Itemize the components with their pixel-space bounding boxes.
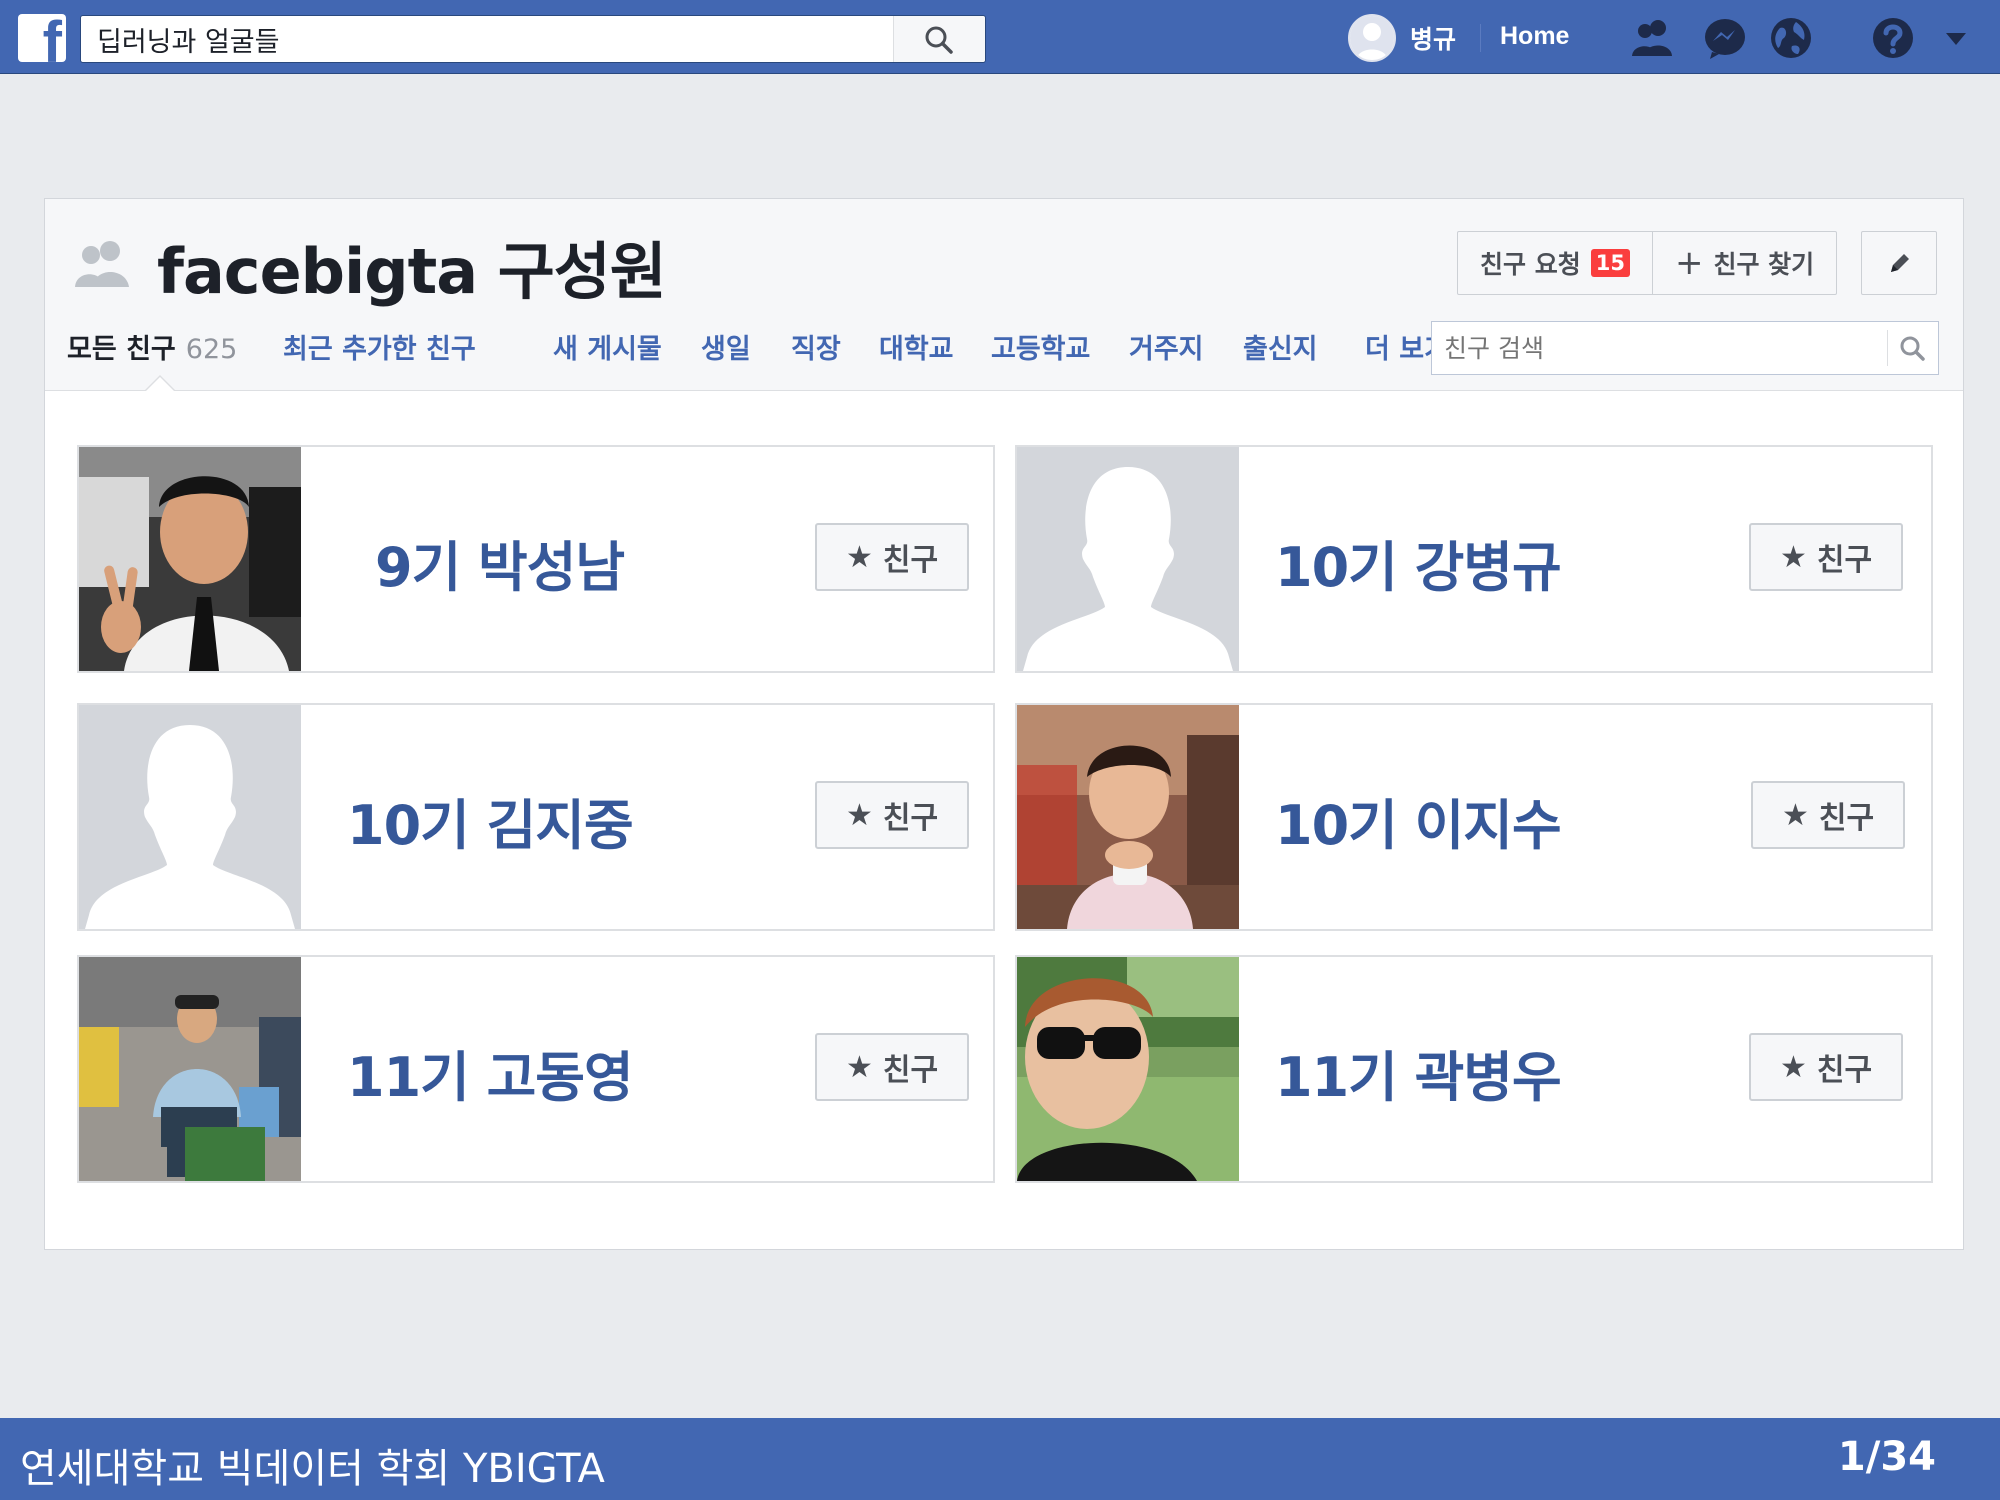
user-name-link[interactable]: 병규 bbox=[1410, 20, 1456, 56]
global-search-button[interactable] bbox=[893, 16, 985, 62]
friend-card: 9기 박성남 ★ 친구 bbox=[77, 445, 995, 673]
friend-status-button[interactable]: ★ 친구 bbox=[815, 1033, 969, 1101]
tab-all-friends[interactable]: 모든 친구 625 bbox=[67, 327, 237, 366]
globe-icon bbox=[1771, 18, 1811, 58]
friend-button-label: 친구 bbox=[1818, 801, 1875, 836]
facebook-logo[interactable]: f bbox=[18, 14, 66, 62]
tab-all-friends-label: 모든 친구 bbox=[67, 334, 176, 365]
friend-status-button[interactable]: ★ 친구 bbox=[815, 523, 969, 591]
friend-button-label: 친구 bbox=[1816, 543, 1873, 578]
help-nav-button[interactable] bbox=[1870, 16, 1916, 60]
active-tab-caret bbox=[145, 377, 175, 392]
friend-photo[interactable] bbox=[1017, 447, 1239, 671]
friend-photo[interactable] bbox=[1017, 705, 1239, 929]
friend-button-label: 친구 bbox=[882, 543, 939, 578]
tab-current-city[interactable]: 거주지 bbox=[1129, 327, 1204, 366]
avatar-silhouette-icon bbox=[1350, 16, 1394, 60]
pencil-icon bbox=[1891, 254, 1909, 272]
header-button-group: 친구 요청 15 + 친구 찾기 bbox=[1457, 231, 1838, 295]
global-search bbox=[80, 15, 986, 63]
friend-photo[interactable] bbox=[79, 957, 301, 1181]
search-icon[interactable] bbox=[1898, 334, 1928, 364]
page-title: facebigta 구성원 bbox=[157, 235, 667, 308]
friend-search-box bbox=[1431, 321, 1939, 375]
friend-requests-button[interactable]: 친구 요청 15 bbox=[1458, 232, 1652, 294]
star-icon: ★ bbox=[1781, 797, 1809, 833]
account-menu-button[interactable] bbox=[1940, 16, 1972, 60]
friends-card-header: facebigta 구성원 친구 요청 15 + 친구 찾기 모든 친구 625 … bbox=[45, 199, 1963, 391]
tab-birthdays[interactable]: 생일 bbox=[701, 327, 751, 366]
friend-status-button[interactable]: ★ 친구 bbox=[1751, 781, 1905, 849]
friends-card: facebigta 구성원 친구 요청 15 + 친구 찾기 모든 친구 625 … bbox=[44, 198, 1964, 1250]
default-avatar-silhouette bbox=[1017, 447, 1239, 671]
friend-status-button[interactable]: ★ 친구 bbox=[1749, 523, 1903, 591]
user-avatar[interactable] bbox=[1348, 14, 1396, 62]
friends-icon bbox=[1632, 20, 1672, 56]
friend-button-label: 친구 bbox=[882, 1053, 939, 1088]
friend-name[interactable]: 11기 고동영 bbox=[347, 1033, 634, 1112]
notifications-nav-button[interactable] bbox=[1768, 16, 1814, 60]
friends-section-icon bbox=[75, 241, 129, 287]
friend-name[interactable]: 10기 강병규 bbox=[1275, 523, 1562, 602]
slide-footer: 연세대학교 빅데이터 학회 YBIGTA 1/34 bbox=[0, 1418, 2000, 1500]
star-icon: ★ bbox=[1779, 539, 1807, 575]
edit-button[interactable] bbox=[1861, 231, 1937, 295]
profile-photo-child bbox=[1017, 705, 1239, 929]
friend-button-label: 친구 bbox=[882, 801, 939, 836]
profile-photo-sunglasses bbox=[1017, 957, 1239, 1181]
default-avatar-silhouette bbox=[79, 705, 301, 929]
friend-count: 625 bbox=[185, 334, 238, 365]
global-search-input[interactable] bbox=[81, 16, 891, 62]
footer-title: 연세대학교 빅데이터 학회 YBIGTA bbox=[20, 1446, 605, 1492]
home-link[interactable]: Home bbox=[1500, 22, 1569, 51]
profile-photo-man-sitting bbox=[79, 957, 301, 1181]
find-friends-button[interactable]: + 친구 찾기 bbox=[1651, 232, 1836, 294]
star-icon: ★ bbox=[1779, 1049, 1807, 1085]
tab-new-posts[interactable]: 새 게시물 bbox=[553, 327, 662, 366]
friend-requests-label: 친구 요청 bbox=[1480, 250, 1581, 279]
friend-card: 10기 이지수 ★ 친구 bbox=[1015, 703, 1933, 931]
friend-card: 10기 김지중 ★ 친구 bbox=[77, 703, 995, 931]
star-icon: ★ bbox=[845, 797, 873, 833]
friend-photo[interactable] bbox=[79, 447, 301, 671]
top-navigation-bar: f 병규 Home bbox=[0, 0, 2000, 74]
tab-college[interactable]: 대학교 bbox=[879, 327, 954, 366]
find-friends-label: 친구 찾기 bbox=[1713, 250, 1815, 279]
nav-divider bbox=[1480, 24, 1481, 52]
help-icon bbox=[1873, 18, 1913, 58]
friend-status-button[interactable]: ★ 친구 bbox=[815, 781, 969, 849]
plus-icon: + bbox=[1674, 243, 1704, 283]
profile-photo-man-car bbox=[79, 447, 301, 671]
friend-search-divider bbox=[1887, 330, 1888, 366]
friend-name[interactable]: 11기 곽병우 bbox=[1275, 1033, 1562, 1112]
tab-high-school[interactable]: 고등학교 bbox=[991, 327, 1090, 366]
tab-hometown[interactable]: 출신지 bbox=[1243, 327, 1318, 366]
tab-recently-added[interactable]: 최근 추가한 친구 bbox=[283, 327, 476, 366]
friend-card: 10기 강병규 ★ 친구 bbox=[1015, 445, 1933, 673]
friend-requests-badge: 15 bbox=[1590, 249, 1630, 277]
friend-status-button[interactable]: ★ 친구 bbox=[1749, 1033, 1903, 1101]
tab-work[interactable]: 직장 bbox=[791, 327, 841, 366]
facebook-logo-letter: f bbox=[42, 14, 62, 62]
friend-photo[interactable] bbox=[1017, 957, 1239, 1181]
friend-search-input[interactable] bbox=[1432, 322, 1887, 374]
friend-card: 11기 곽병우 ★ 친구 bbox=[1015, 955, 1933, 1183]
friend-requests-nav-button[interactable] bbox=[1630, 16, 1676, 60]
caret-down-icon bbox=[1946, 33, 1966, 45]
friend-name[interactable]: 9기 박성남 bbox=[375, 523, 625, 602]
messenger-icon bbox=[1705, 19, 1745, 59]
star-icon: ★ bbox=[845, 539, 873, 575]
friend-name[interactable]: 10기 김지중 bbox=[347, 781, 634, 860]
friend-name[interactable]: 10기 이지수 bbox=[1275, 781, 1562, 860]
friend-button-label: 친구 bbox=[1816, 1053, 1873, 1088]
friend-card: 11기 고동영 ★ 친구 bbox=[77, 955, 995, 1183]
star-icon: ★ bbox=[845, 1049, 873, 1085]
friend-photo[interactable] bbox=[79, 705, 301, 929]
messenger-nav-button[interactable] bbox=[1702, 16, 1748, 60]
search-icon bbox=[925, 26, 953, 54]
page-number: 1/34 bbox=[1837, 1434, 1936, 1480]
